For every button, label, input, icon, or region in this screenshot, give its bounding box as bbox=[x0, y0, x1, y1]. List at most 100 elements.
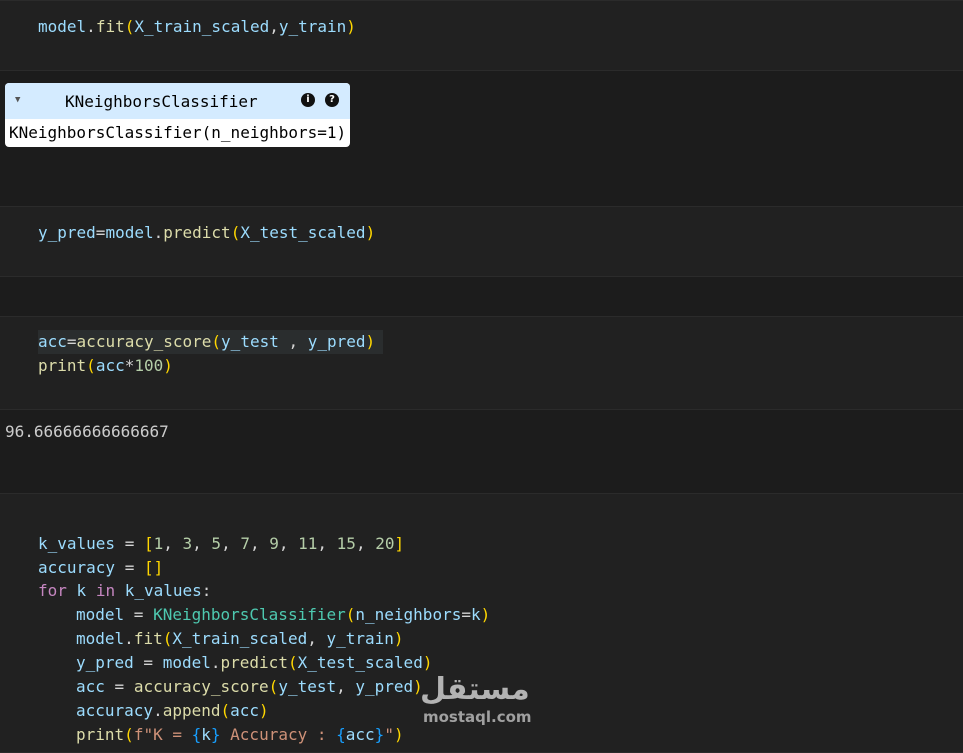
info-icon[interactable]: i bbox=[301, 93, 315, 107]
token: y_pred bbox=[307, 332, 366, 351]
triangle-down-icon[interactable]: ▼ bbox=[15, 95, 20, 105]
token: print bbox=[76, 725, 125, 744]
token: Accuracy : bbox=[220, 725, 337, 744]
token: y_train bbox=[326, 629, 394, 648]
token: , bbox=[278, 332, 308, 351]
widget-header[interactable]: ▼ KNeighborsClassifier i ? bbox=[5, 83, 350, 119]
token: y_pred bbox=[355, 677, 414, 696]
token: append bbox=[162, 701, 221, 720]
token: f"K = bbox=[133, 725, 192, 744]
token: acc bbox=[230, 701, 260, 720]
code-line[interactable]: acc = accuracy_score(y_test, y_pred) bbox=[76, 675, 423, 699]
watermark-latin: mostaql.com bbox=[423, 708, 532, 726]
widget-repr: KNeighborsClassifier(n_neighbors=1) bbox=[9, 123, 347, 142]
token: k bbox=[470, 605, 481, 624]
token: k bbox=[76, 581, 87, 600]
token: n_neighbors bbox=[355, 605, 462, 624]
estimator-widget[interactable]: ▼ KNeighborsClassifier i ? KNeighborsCla… bbox=[5, 83, 350, 147]
token: ( bbox=[345, 605, 356, 624]
token: : bbox=[201, 581, 212, 600]
widget-title: KNeighborsClassifier bbox=[65, 92, 258, 111]
token: = bbox=[66, 332, 77, 351]
token: = bbox=[95, 223, 106, 242]
token: { bbox=[336, 725, 346, 744]
token: ( bbox=[124, 725, 134, 744]
token: X_test_scaled bbox=[297, 653, 423, 672]
code-line[interactable]: model = KNeighborsClassifier(n_neighbors… bbox=[76, 603, 490, 627]
token: , bbox=[221, 534, 241, 553]
token: ) bbox=[163, 356, 173, 375]
token: . bbox=[124, 629, 134, 648]
token: [ bbox=[143, 534, 154, 553]
token: acc bbox=[38, 332, 67, 351]
token: model bbox=[76, 629, 125, 648]
code-cell-fit[interactable]: model.fit(X_train_scaled,y_train) bbox=[0, 0, 963, 71]
token: , bbox=[269, 17, 279, 36]
token: . bbox=[153, 701, 163, 720]
token: in bbox=[95, 581, 116, 600]
token: acc bbox=[95, 356, 125, 375]
code-cell-predict[interactable]: y_pred=model.predict(X_test_scaled) bbox=[0, 206, 963, 277]
token: , bbox=[163, 534, 183, 553]
token: ] bbox=[394, 534, 405, 553]
token: 5 bbox=[211, 534, 222, 553]
watermark-arabic: مستقل bbox=[420, 672, 530, 707]
token: 100 bbox=[134, 356, 164, 375]
token: 11 bbox=[298, 534, 318, 553]
token: accuracy bbox=[38, 558, 116, 577]
mostaql-watermark: مستقل mostaql.com bbox=[420, 672, 545, 732]
token: 15 bbox=[336, 534, 356, 553]
code-line[interactable]: acc=accuracy_score(y_test , y_pred) bbox=[38, 330, 384, 354]
token: print bbox=[38, 356, 87, 375]
token: ) bbox=[346, 17, 356, 36]
token: ) bbox=[393, 725, 404, 744]
token: ( bbox=[220, 701, 231, 720]
token: y_pred bbox=[38, 223, 96, 242]
token: ( bbox=[162, 629, 173, 648]
code-line[interactable]: k_values = [1, 3, 5, 7, 9, 11, 15, 20] bbox=[38, 532, 404, 556]
token: , bbox=[355, 534, 376, 553]
token: y_test bbox=[278, 677, 337, 696]
token: ( bbox=[268, 677, 279, 696]
token: = bbox=[115, 534, 144, 553]
code-line[interactable]: model.fit(X_train_scaled, y_train) bbox=[76, 627, 404, 651]
token: model bbox=[76, 605, 125, 624]
token: model bbox=[105, 223, 154, 242]
token: k_values bbox=[124, 581, 202, 600]
token: . bbox=[153, 223, 164, 242]
token: predict bbox=[163, 223, 231, 242]
token: } bbox=[374, 725, 385, 744]
token: model bbox=[162, 653, 211, 672]
token: , bbox=[336, 677, 356, 696]
token: 3 bbox=[182, 534, 193, 553]
token: ) bbox=[365, 223, 376, 242]
token: ) bbox=[393, 629, 404, 648]
code-cell-accuracy[interactable]: acc=accuracy_score(y_test , y_pred) prin… bbox=[0, 316, 963, 410]
code-line[interactable]: model.fit(X_train_scaled,y_train) bbox=[38, 15, 356, 39]
token: , bbox=[317, 534, 337, 553]
token: , bbox=[278, 534, 299, 553]
token: . bbox=[86, 17, 96, 36]
token: fit bbox=[133, 629, 163, 648]
token: model bbox=[38, 17, 87, 36]
token: k_values bbox=[38, 534, 116, 553]
token: KNeighborsClassifier bbox=[153, 605, 346, 624]
token: = bbox=[115, 558, 144, 577]
code-line[interactable]: print(f"K = {k} Accuracy : {acc}") bbox=[76, 723, 404, 747]
code-line[interactable]: print(acc*100) bbox=[38, 354, 173, 378]
help-icon[interactable]: ? bbox=[325, 93, 339, 107]
token: accuracy_score bbox=[133, 677, 269, 696]
code-line[interactable]: y_pred=model.predict(X_test_scaled) bbox=[38, 221, 375, 245]
code-line[interactable]: for k in k_values: bbox=[38, 579, 211, 603]
token: accuracy bbox=[76, 701, 154, 720]
token: for bbox=[38, 581, 67, 600]
code-line[interactable]: y_pred = model.predict(X_test_scaled) bbox=[76, 651, 432, 675]
token: 1 bbox=[153, 534, 164, 553]
code-line[interactable]: accuracy = [] bbox=[38, 556, 163, 580]
token: X_test_scaled bbox=[240, 223, 366, 242]
code-line[interactable]: accuracy.append(acc) bbox=[76, 699, 269, 723]
token: 9 bbox=[269, 534, 279, 553]
token: ( bbox=[86, 356, 96, 375]
